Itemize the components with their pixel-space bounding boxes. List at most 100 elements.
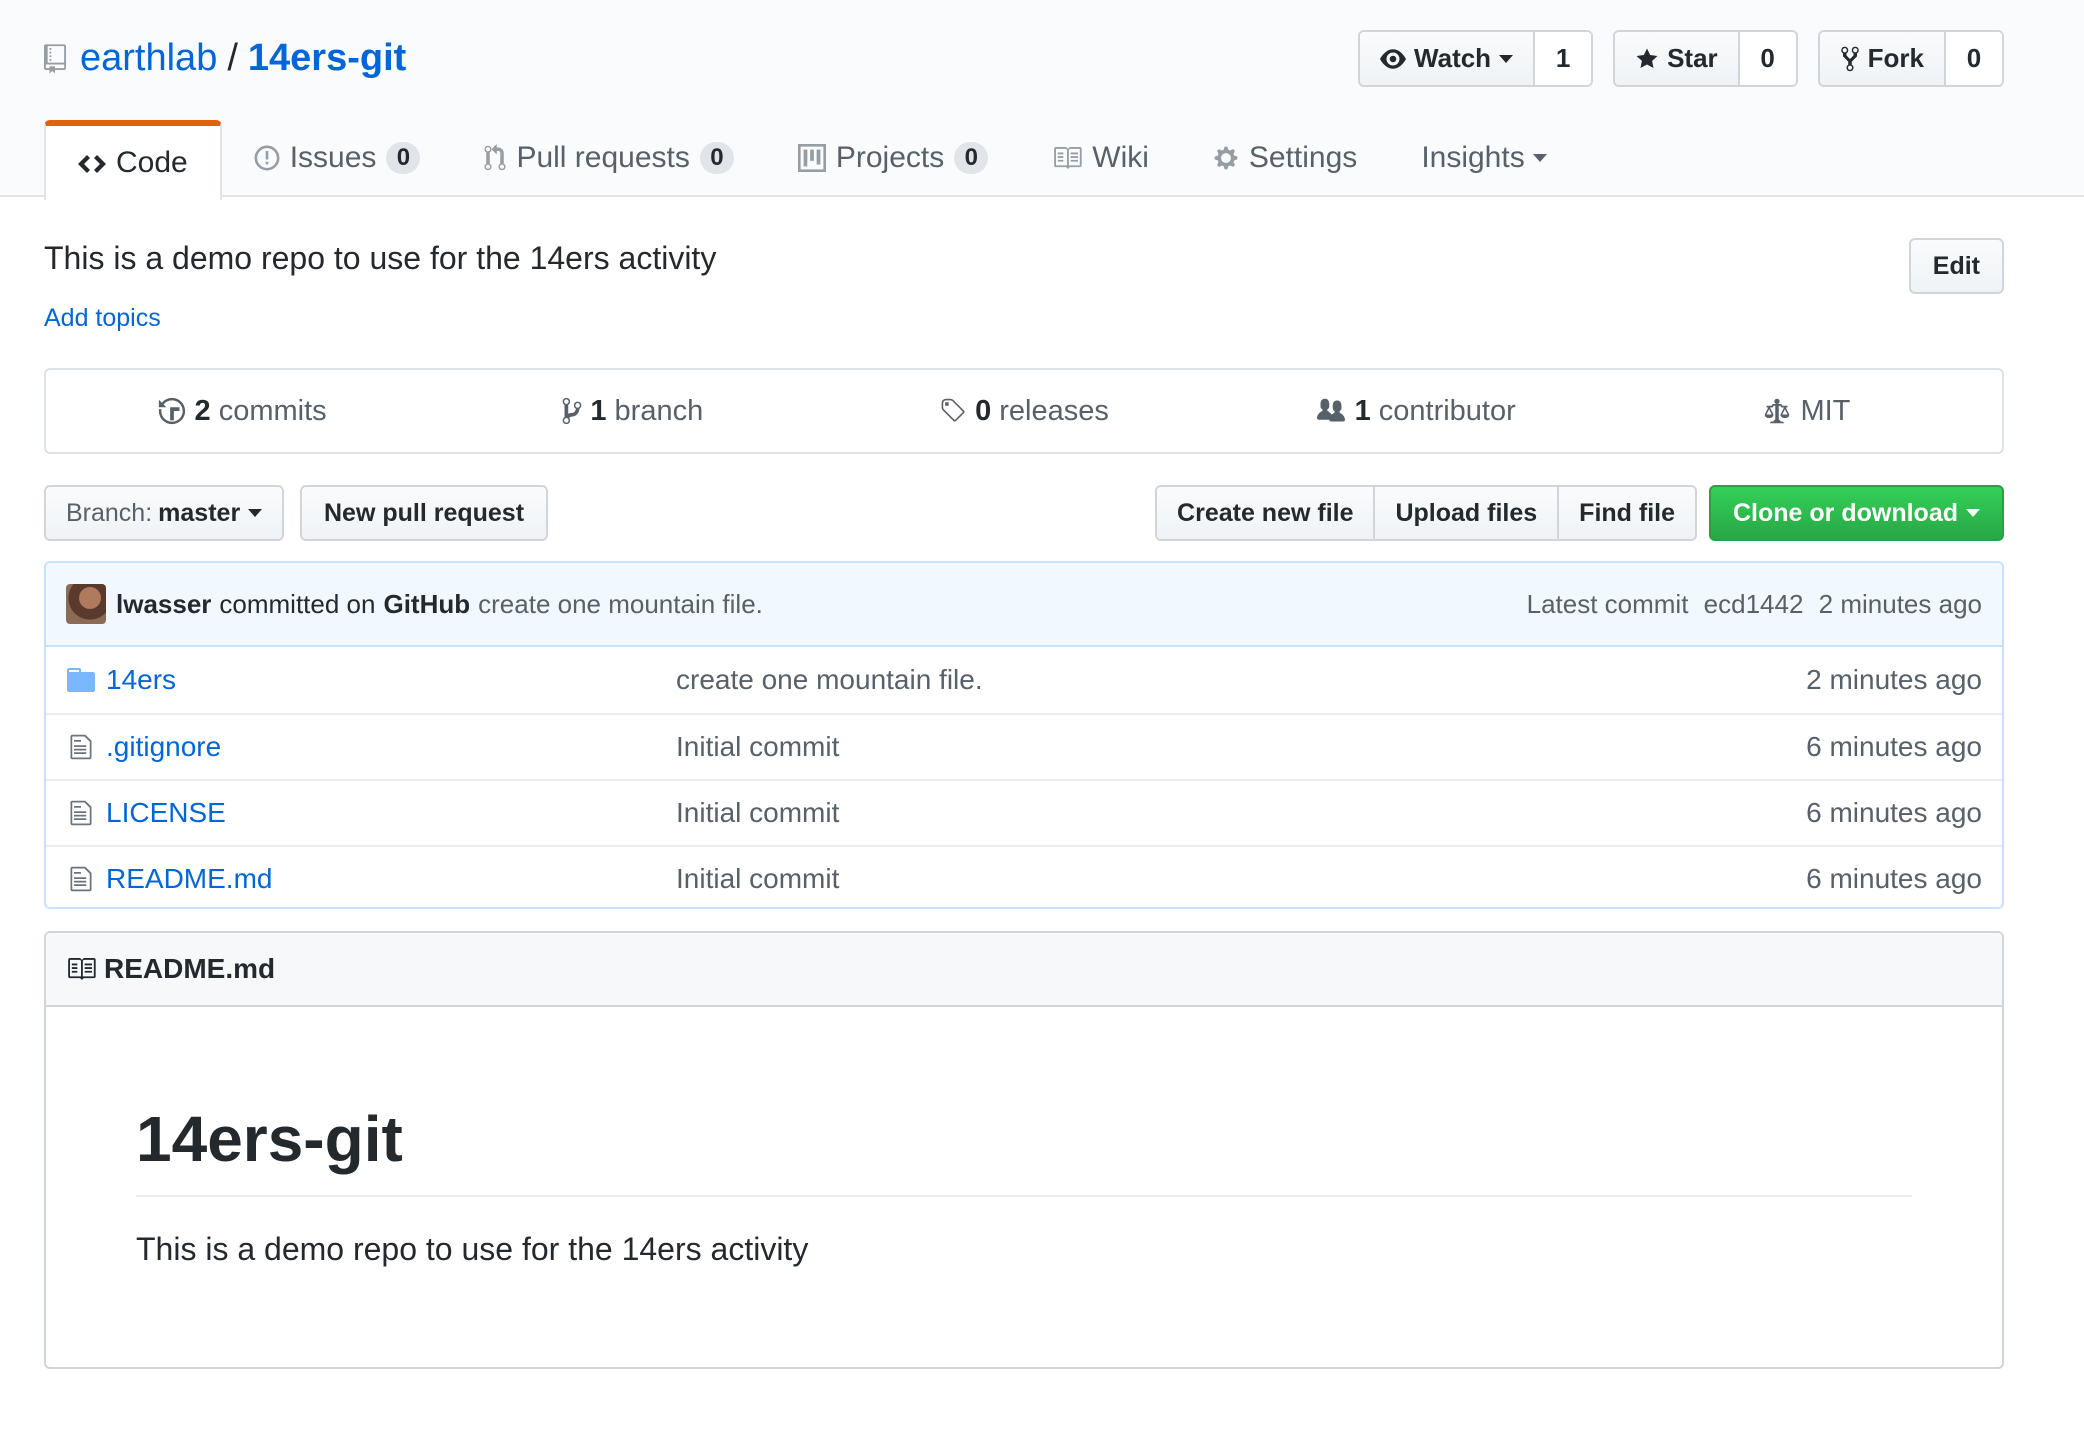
readme-heading: 14ers-git <box>136 1103 1912 1197</box>
tab-projects-label: Projects <box>835 141 945 174</box>
file-name-link[interactable]: LICENSE <box>106 797 676 829</box>
star-label: Star <box>1667 43 1718 73</box>
add-topics-link[interactable]: Add topics <box>44 304 161 333</box>
license-link[interactable]: MIT <box>1611 370 2002 452</box>
tab-issues-label: Issues <box>289 141 377 174</box>
edit-description-button[interactable]: Edit <box>1908 238 2004 294</box>
tab-code[interactable]: Code <box>44 120 222 200</box>
create-new-file-button[interactable]: Create new file <box>1157 487 1376 539</box>
readme-panel: README.md 14ers-git This is a demo repo … <box>44 931 2004 1369</box>
fork-button[interactable]: Fork <box>1819 32 1946 85</box>
star-button[interactable]: Star <box>1615 32 1740 85</box>
file-name-link[interactable]: 14ers <box>106 664 676 696</box>
table-row: LICENSE Initial commit 6 minutes ago <box>46 779 2002 845</box>
commits-link[interactable]: 2 commits <box>46 370 437 452</box>
repo-description: This is a demo repo to use for the 14ers… <box>44 240 717 276</box>
commit-author-link[interactable]: lwasser <box>116 589 211 620</box>
releases-link[interactable]: 0 releases <box>828 370 1219 452</box>
contributors-link[interactable]: 1 contributor <box>1220 370 1611 452</box>
history-icon <box>158 397 185 425</box>
project-icon <box>797 144 826 172</box>
table-row: 14ers create one mountain file. 2 minute… <box>46 647 2002 713</box>
clone-or-download-button[interactable]: Clone or download <box>1709 485 2004 541</box>
repo-name-link[interactable]: 14ers-git <box>248 37 406 80</box>
watch-button[interactable]: Watch <box>1360 32 1536 85</box>
commit-age: 2 minutes ago <box>1818 588 1982 619</box>
releases-label: releases <box>999 394 1109 427</box>
tab-settings[interactable]: Settings <box>1181 118 1389 198</box>
fork-icon <box>1840 46 1859 71</box>
repo-path-separator: / <box>227 36 238 79</box>
clone-label: Clone or download <box>1733 498 1958 527</box>
file-action-group: Create new file Upload files Find file <box>1155 485 1697 541</box>
tab-issues[interactable]: Issues 0 <box>222 118 453 198</box>
file-commit-message-link[interactable]: Initial commit <box>676 731 1806 763</box>
people-icon <box>1316 398 1345 422</box>
star-group: Star 0 <box>1613 30 1798 87</box>
readme-header: README.md <box>46 933 2002 1007</box>
file-icon <box>66 733 96 761</box>
tab-insights-label: Insights <box>1421 141 1525 174</box>
file-age: 6 minutes ago <box>1806 863 1982 894</box>
repo-actions: Watch 1 Star 0 Fork 0 <box>1358 30 2004 87</box>
contributor-label: contributor <box>1378 394 1516 427</box>
file-commit-message-link[interactable]: create one mountain file. <box>676 664 1806 696</box>
file-commit-message-link[interactable]: Initial commit <box>676 863 1806 895</box>
branch-prefix: Branch: <box>66 498 153 527</box>
watch-count[interactable]: 1 <box>1535 32 1592 85</box>
branch-name: master <box>158 498 241 527</box>
readme-paragraph: This is a demo repo to use for the 14ers… <box>136 1230 809 1267</box>
tab-wiki[interactable]: Wiki <box>1020 118 1181 198</box>
numbers-summary: 2 commits 1 branch 0 releases 1 contribu… <box>44 368 2004 454</box>
issue-icon <box>254 145 280 171</box>
pull-requests-counter: 0 <box>699 142 734 174</box>
tab-projects[interactable]: Projects 0 <box>766 118 1020 198</box>
tab-settings-label: Settings <box>1248 141 1358 174</box>
issues-counter: 0 <box>386 142 421 174</box>
fork-label: Fork <box>1867 43 1924 73</box>
commit-sha-link[interactable]: ecd1442 <box>1704 589 1804 619</box>
chevron-down-icon <box>1532 154 1547 162</box>
branches-link[interactable]: 1 branch <box>437 370 828 452</box>
book-icon <box>68 958 96 980</box>
latest-commit-label: Latest commit <box>1526 588 1689 619</box>
tab-pull-requests[interactable]: Pull requests 0 <box>452 118 765 198</box>
star-count[interactable]: 0 <box>1739 32 1796 85</box>
new-pull-request-button[interactable]: New pull request <box>300 485 549 541</box>
chevron-down-icon <box>1499 54 1514 63</box>
avatar[interactable] <box>66 584 106 624</box>
file-age: 6 minutes ago <box>1806 731 1982 762</box>
tab-insights[interactable]: Insights <box>1389 118 1578 198</box>
branch-count: 1 <box>590 394 607 427</box>
folder-icon <box>66 668 96 692</box>
contributor-count: 1 <box>1354 394 1371 427</box>
repo-header: earthlab / 14ers-git Watch 1 Star 0 Fork <box>0 0 2084 200</box>
branch-label: branch <box>614 394 704 427</box>
tag-icon <box>941 398 965 422</box>
chevron-down-icon <box>248 509 263 517</box>
fork-count[interactable]: 0 <box>1946 32 2002 85</box>
upload-files-button[interactable]: Upload files <box>1375 487 1560 539</box>
file-commit-message-link[interactable]: Initial commit <box>676 797 1806 829</box>
committed-on-text: committed on <box>219 588 376 619</box>
commit-message-link[interactable]: create one mountain file. <box>478 589 763 620</box>
file-name-link[interactable]: README.md <box>106 863 676 895</box>
repo-owner-link[interactable]: earthlab <box>80 37 217 80</box>
branch-select-button[interactable]: Branch: master <box>44 485 285 541</box>
file-name-link[interactable]: .gitignore <box>106 731 676 763</box>
commits-count: 2 <box>194 394 211 427</box>
find-file-button[interactable]: Find file <box>1559 487 1695 539</box>
fork-group: Fork 0 <box>1817 30 2004 87</box>
repo-title: earthlab / 14ers-git <box>44 34 406 82</box>
file-age: 6 minutes ago <box>1806 797 1982 828</box>
tab-wiki-label: Wiki <box>1092 141 1149 174</box>
file-browser: lwasser committed on GitHub create one m… <box>44 561 2004 909</box>
book-icon <box>1054 147 1082 169</box>
repo-nav: Code Issues 0 Pull requests 0 Projects 0… <box>44 118 1579 200</box>
file-actions: Create new file Upload files Find file C… <box>1155 485 2004 541</box>
file-age: 2 minutes ago <box>1806 664 1982 695</box>
releases-count: 0 <box>975 394 992 427</box>
gear-icon <box>1214 146 1238 170</box>
eye-icon <box>1380 48 1407 69</box>
chevron-down-icon <box>1966 509 1980 517</box>
